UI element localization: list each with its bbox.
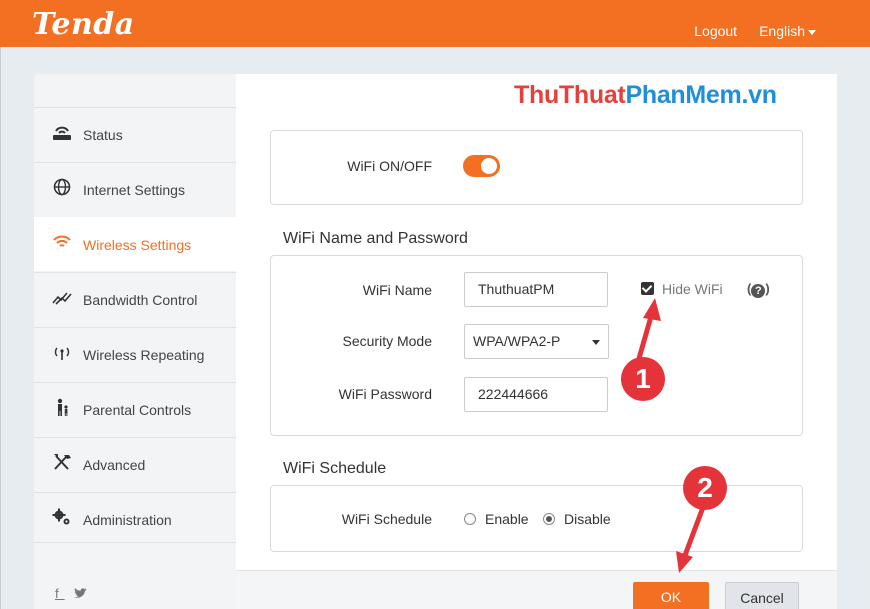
sidebar-item-label: Wireless Settings	[83, 236, 192, 253]
watermark-part1: ThuThuat	[514, 81, 626, 109]
hide-wifi-checkbox[interactable]	[641, 282, 654, 295]
language-dropdown[interactable]: English	[759, 23, 816, 39]
tools-icon	[51, 453, 73, 476]
sidebar-item-status[interactable]: Status	[34, 107, 236, 161]
schedule-disable-label: Disable	[564, 511, 611, 527]
sidebar-item-label: Parental Controls	[83, 401, 192, 418]
wifi-password-input[interactable]: 222444666	[464, 377, 608, 412]
annotation-badge-1: 1	[621, 357, 665, 401]
cancel-button[interactable]: Cancel	[725, 582, 799, 609]
wifi-schedule-label: WiFi Schedule	[341, 511, 432, 527]
sidebar-item-bandwidth-control[interactable]: Bandwidth Control	[34, 272, 236, 326]
sidebar-item-label: Administration	[83, 511, 172, 528]
section-title-name-password: WiFi Name and Password	[283, 230, 468, 247]
wifi-password-label: WiFi Password	[338, 386, 432, 402]
schedule-enable-radio[interactable]	[464, 513, 476, 525]
schedule-disable-radio[interactable]	[543, 513, 555, 525]
hide-wifi-label: Hide WiFi	[662, 281, 723, 297]
sidebar-item-label: Advanced	[83, 456, 146, 473]
wifi-toggle-box: WiFi ON/OFF	[270, 130, 803, 205]
sidebar-item-advanced[interactable]: Advanced	[34, 437, 236, 491]
schedule-enable-label: Enable	[485, 511, 529, 527]
sidebar-item-label: Wireless Repeating	[83, 346, 205, 363]
chevron-down-icon	[592, 340, 600, 345]
facebook-icon[interactable]: f	[55, 586, 65, 601]
sidebar-item-label: Internet Settings	[83, 181, 185, 198]
security-mode-select[interactable]: WPA/WPA2-P	[464, 324, 609, 359]
ok-button[interactable]: OK	[633, 582, 709, 609]
help-icon[interactable]: (?)	[747, 281, 770, 298]
router-icon	[51, 124, 73, 145]
sidebar-item-wireless-settings[interactable]: Wireless Settings	[34, 217, 236, 271]
wifi-toggle-switch[interactable]	[463, 155, 500, 177]
wifi-name-password-box: WiFi Name ThuthuatPM Hide WiFi (?) Secur…	[270, 255, 803, 436]
watermark-part2: PhanMem.vn	[625, 81, 777, 109]
top-links: Logout English	[694, 23, 816, 39]
security-mode-label: Security Mode	[342, 333, 432, 349]
wifi-icon	[51, 234, 73, 255]
repeater-icon	[51, 345, 73, 364]
logout-link[interactable]: Logout	[694, 23, 737, 39]
watermark: ThuThuatPhanMem.vn	[514, 81, 777, 110]
footer-bar: OK Cancel	[236, 570, 837, 609]
annotation-badge-2: 2	[683, 466, 727, 510]
sidebar-item-label: Status	[83, 126, 123, 143]
globe-icon	[51, 178, 73, 201]
sidebar-divider	[34, 542, 236, 543]
sidebar: Status Internet Settings Wireless Settin…	[34, 74, 236, 609]
section-title-schedule: WiFi Schedule	[283, 460, 387, 477]
language-label: English	[759, 23, 805, 39]
wifi-toggle-label: WiFi ON/OFF	[347, 158, 432, 174]
sidebar-item-wireless-repeating[interactable]: Wireless Repeating	[34, 327, 236, 381]
gears-icon	[51, 508, 73, 531]
wifi-name-input[interactable]: ThuthuatPM	[464, 272, 608, 307]
sidebar-item-internet-settings[interactable]: Internet Settings	[34, 162, 236, 216]
security-mode-value: WPA/WPA2-P	[473, 333, 561, 349]
main-panel: ThuThuatPhanMem.vn WiFi ON/OFF WiFi Name…	[236, 74, 837, 609]
parent-child-icon	[51, 398, 73, 421]
bandwidth-icon	[51, 289, 73, 310]
caret-down-icon	[808, 29, 816, 35]
twitter-icon[interactable]	[74, 586, 88, 601]
wifi-name-label: WiFi Name	[362, 282, 432, 298]
sidebar-item-administration[interactable]: Administration	[34, 492, 236, 546]
sidebar-item-parental-controls[interactable]: Parental Controls	[34, 382, 236, 436]
sidebar-item-label: Bandwidth Control	[83, 291, 198, 308]
top-bar: Tenda Logout English	[0, 0, 870, 47]
tenda-logo: Tenda	[32, 7, 135, 42]
social-links[interactable]: f	[55, 586, 88, 601]
